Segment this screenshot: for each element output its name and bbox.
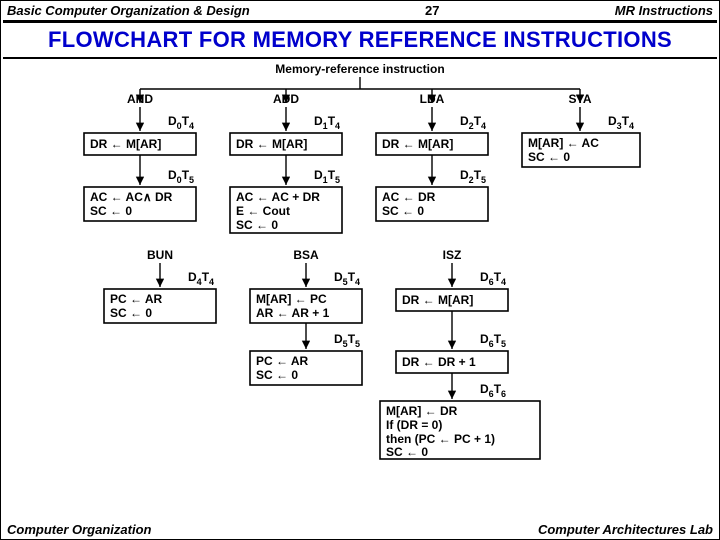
svg-text:D0T5: D0T5 — [168, 168, 194, 185]
timing-d5t4: D5T4 — [334, 270, 360, 287]
header-right: MR Instructions — [615, 3, 713, 18]
svg-text:If (DR = 0): If (DR = 0) — [386, 418, 442, 432]
page-number: 27 — [425, 3, 439, 18]
svg-text:D1T5: D1T5 — [314, 168, 340, 185]
timing-d1t5: D1T5 — [314, 168, 340, 185]
svg-text:PC ← AR: PC ← AR — [110, 292, 163, 306]
svg-text:E ← Cout: E ← Cout — [236, 204, 290, 218]
header: Basic Computer Organization & Design 27 … — [1, 1, 719, 20]
op-bun: BUN — [147, 248, 173, 262]
svg-text:D4T4: D4T4 — [188, 270, 214, 287]
svg-text:D2T4: D2T4 — [460, 114, 486, 131]
svg-text:SC ← 0: SC ← 0 — [110, 306, 152, 320]
footer-left: Computer Organization — [7, 522, 151, 537]
svg-text:DR ← M[AR]: DR ← M[AR] — [382, 137, 453, 151]
timing-d0t5: D0T5 — [168, 168, 194, 185]
svg-text:D6T4: D6T4 — [480, 270, 506, 287]
op-bsa: BSA — [293, 248, 319, 262]
timing-d6t6: D6T6 — [480, 382, 506, 399]
op-isz: ISZ — [443, 248, 462, 262]
svg-text:SC ← 0: SC ← 0 — [236, 218, 278, 232]
timing-d6t4: D6T4 — [480, 270, 506, 287]
svg-text:SC ← 0: SC ← 0 — [382, 204, 424, 218]
flowchart: text{font-size:12px;font-weight:bold} .n… — [50, 59, 670, 489]
timing-d5t5: D5T5 — [334, 332, 360, 349]
svg-text:DR ← M[AR]: DR ← M[AR] — [90, 137, 161, 151]
timing-d3t4: D3T4 — [608, 114, 634, 131]
timing-d0t4: D0T4 — [168, 114, 194, 131]
svg-text:D1T4: D1T4 — [314, 114, 340, 131]
svg-text:SC ← 0: SC ← 0 — [386, 445, 428, 459]
timing-d2t4: D2T4 — [460, 114, 486, 131]
svg-text:D0T4: D0T4 — [168, 114, 194, 131]
svg-text:M[AR] ← DR: M[AR] ← DR — [386, 404, 458, 418]
svg-text:AC ← DR: AC ← DR — [382, 190, 436, 204]
op-lda: LDA — [420, 92, 445, 106]
svg-text:D3T4: D3T4 — [608, 114, 634, 131]
timing-d6t5: D6T5 — [480, 332, 506, 349]
svg-text:D5T5: D5T5 — [334, 332, 360, 349]
page-title: FLOWCHART FOR MEMORY REFERENCE INSTRUCTI… — [1, 23, 719, 53]
timing-d2t5: D2T5 — [460, 168, 486, 185]
timing-d1t4: D1T4 — [314, 114, 340, 131]
svg-text:AR ← AR + 1: AR ← AR + 1 — [256, 306, 330, 320]
svg-text:AC ← AC + DR: AC ← AC + DR — [236, 190, 320, 204]
svg-text:D6T5: D6T5 — [480, 332, 506, 349]
svg-text:then (PC ← PC + 1): then (PC ← PC + 1) — [386, 432, 495, 446]
footer: Computer Organization Computer Architect… — [7, 522, 713, 537]
svg-text:DR ← M[AR]: DR ← M[AR] — [236, 137, 307, 151]
svg-text:PC ← AR: PC ← AR — [256, 354, 309, 368]
svg-text:AC ← AC∧ DR: AC ← AC∧ DR — [90, 190, 173, 204]
svg-text:DR ← DR + 1: DR ← DR + 1 — [402, 355, 476, 369]
op-sta: STA — [568, 92, 591, 106]
svg-text:DR ← M[AR]: DR ← M[AR] — [402, 293, 473, 307]
svg-text:M[AR] ← AC: M[AR] ← AC — [528, 136, 599, 150]
svg-text:D5T4: D5T4 — [334, 270, 360, 287]
svg-text:M[AR] ← PC: M[AR] ← PC — [256, 292, 327, 306]
slide: Basic Computer Organization & Design 27 … — [0, 0, 720, 540]
svg-text:D6T6: D6T6 — [480, 382, 506, 399]
svg-text:SC ← 0: SC ← 0 — [256, 368, 298, 382]
header-left: Basic Computer Organization & Design — [7, 3, 250, 18]
svg-text:D2T5: D2T5 — [460, 168, 486, 185]
op-and: AND — [127, 92, 153, 106]
svg-text:SC ← 0: SC ← 0 — [90, 204, 132, 218]
timing-d4t4: D4T4 — [188, 270, 214, 287]
svg-text:SC ← 0: SC ← 0 — [528, 150, 570, 164]
start-label: Memory-reference instruction — [275, 62, 444, 76]
footer-right: Computer Architectures Lab — [538, 522, 713, 537]
op-add: ADD — [273, 92, 299, 106]
